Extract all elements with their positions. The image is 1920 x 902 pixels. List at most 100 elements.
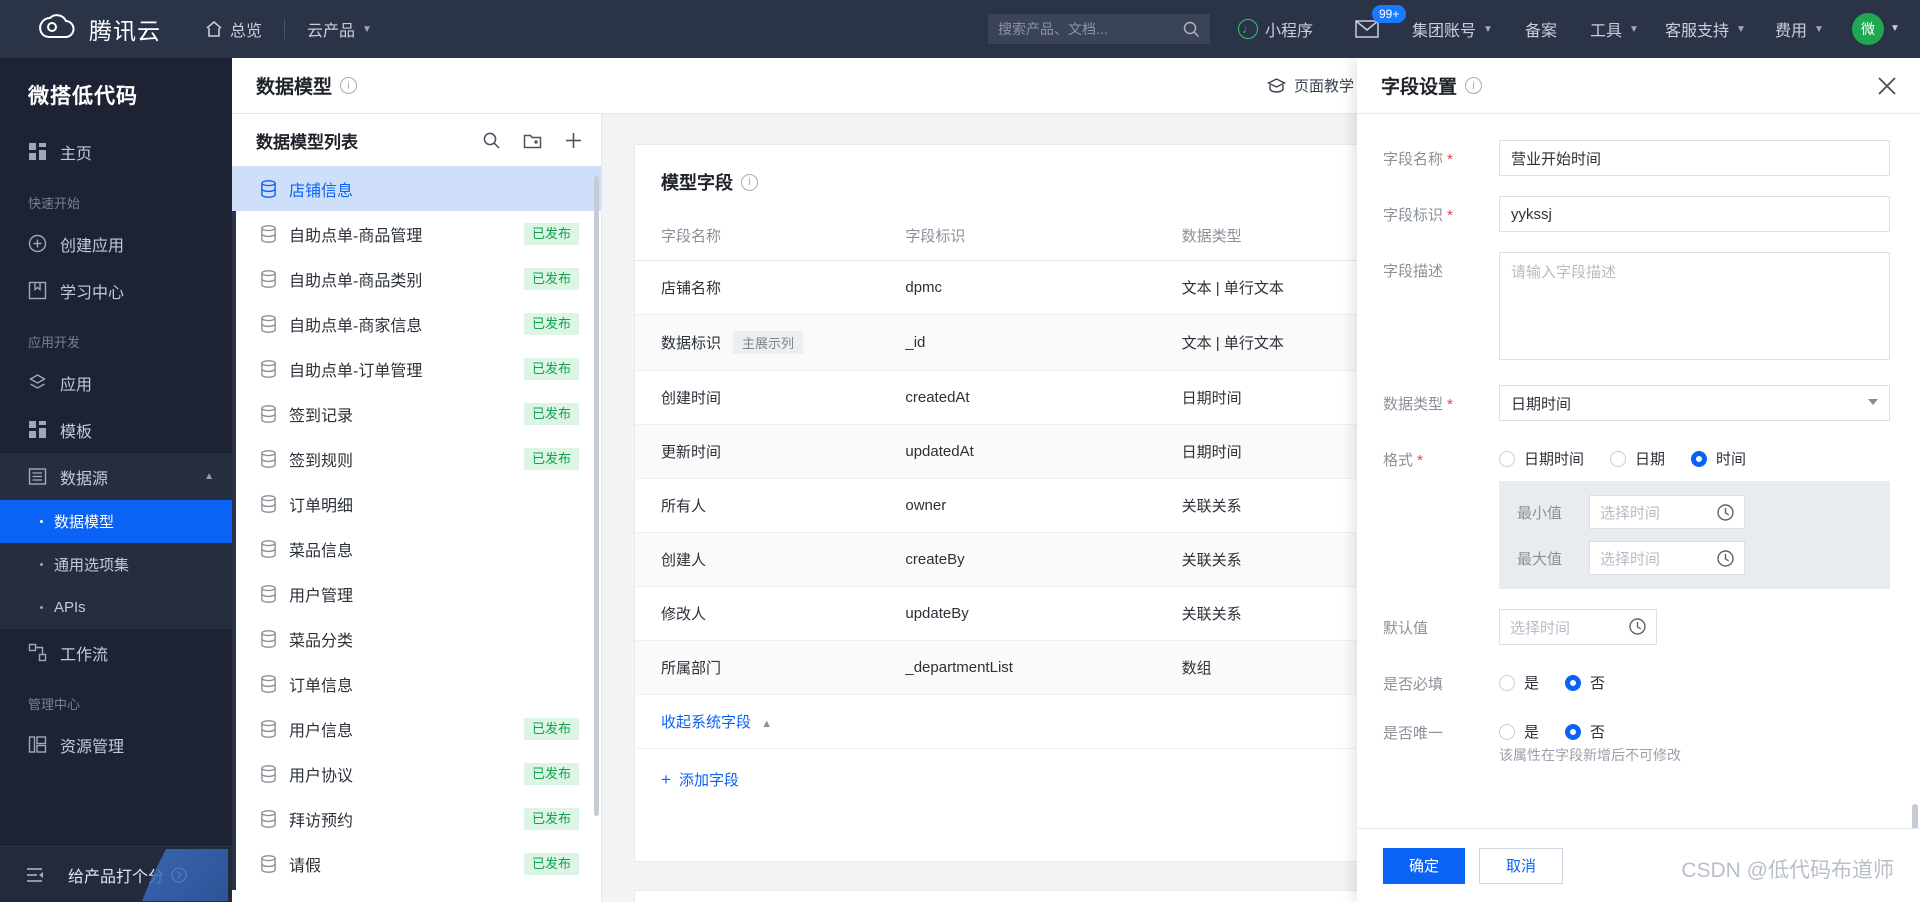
model-list-item[interactable]: 签到规则 已发布 (232, 436, 601, 481)
cell-field-name: 所属部门 (635, 640, 906, 695)
search-icon[interactable] (1182, 20, 1200, 38)
model-list-item[interactable]: 用户协议 已发布 (232, 751, 601, 796)
field-name-input[interactable] (1499, 140, 1890, 176)
new-folder-icon[interactable] (523, 131, 542, 150)
brand[interactable]: 腾讯云 (36, 12, 161, 46)
add-model-icon[interactable] (564, 131, 583, 150)
model-list-item[interactable]: 自助点单-商家信息 已发布 (232, 301, 601, 346)
radio-indicator-selected (1565, 674, 1582, 691)
page-tutorial-button[interactable]: 页面教学 (1267, 75, 1354, 96)
max-value-input[interactable]: 选择时间 (1589, 541, 1745, 575)
format-option-date[interactable]: 日期 (1610, 448, 1665, 469)
format-control: 日期时间 日期 时间 最小值 选择时间 最大值 选择时间 (1499, 441, 1890, 589)
cancel-button[interactable]: 取消 (1479, 847, 1564, 884)
model-list-item[interactable]: 菜品分类 (232, 616, 601, 661)
model-list-item[interactable]: 签到记录 已发布 (232, 391, 601, 436)
avatar[interactable]: 微 (1852, 13, 1884, 45)
row-default-value: 默认值 选择时间 (1383, 609, 1890, 645)
radio-indicator (1610, 450, 1627, 467)
search-input[interactable] (998, 21, 1182, 37)
drawer-scrollbar[interactable] (1912, 804, 1918, 828)
required-radio-group: 是 否 (1499, 665, 1890, 693)
nav-beian[interactable]: 备案 (1525, 0, 1557, 58)
nav-support[interactable]: 客服支持 ▼ (1665, 0, 1746, 58)
model-list-item[interactable]: 自助点单-商品类别 已发布 (232, 256, 601, 301)
nav-cloud-products[interactable]: 云产品 ▼ (307, 17, 372, 41)
sidebar-item-create-app-label: 创建应用 (60, 237, 125, 255)
sidebar-item-learn-center[interactable]: 学习中心 (0, 267, 232, 314)
model-list-item[interactable]: 用户管理 (232, 571, 601, 616)
sidebar-item-data-model[interactable]: 数据模型 (0, 500, 232, 543)
required-option-no[interactable]: 否 (1565, 672, 1605, 693)
required-option-yes[interactable]: 是 (1499, 672, 1539, 693)
data-type-label: 数据类型 (1383, 396, 1444, 413)
model-list[interactable]: 店铺信息 自助点单-商品管理 已发布 自助点单-商品类别 已发布 自助点单-商家信息 已发布… (232, 166, 601, 900)
nav-tools[interactable]: 工具 ▼ (1590, 0, 1639, 58)
status-badge: 已发布 (523, 717, 579, 740)
avatar-chevron-down-icon[interactable]: ▼ (1890, 23, 1900, 34)
unique-option-no-label: 否 (1590, 724, 1606, 741)
sidebar-item-template[interactable]: 模板 (0, 406, 232, 453)
drawer-body: 字段名称* 字段标识* 字段描述 (1357, 114, 1920, 828)
model-list-scrollbar[interactable] (594, 176, 599, 816)
data-type-label-wrap: 数据类型 * (1383, 385, 1499, 421)
nav-overview[interactable]: 总览 (205, 17, 262, 41)
default-value-input[interactable]: 选择时间 (1499, 609, 1657, 645)
cell-field-name: 更新时间 (635, 424, 906, 479)
sidebar-item-option-sets[interactable]: 通用选项集 (0, 543, 232, 586)
message-count-badge: 99+ (1372, 5, 1407, 23)
min-value-label: 最小值 (1517, 504, 1563, 522)
chevron-up-icon[interactable]: ▲ (204, 471, 214, 482)
model-list-item[interactable]: 菜品信息 (232, 526, 601, 571)
model-list-item[interactable]: 拜访预约 已发布 (232, 796, 601, 841)
field-name-text: 修改人 (661, 606, 707, 623)
format-option-time[interactable]: 时间 (1691, 448, 1746, 469)
sidebar-group-quickstart: 快速开始 (28, 196, 81, 211)
sidebar-item-apis[interactable]: APIs (0, 586, 232, 629)
default-value-control: 选择时间 (1499, 609, 1890, 645)
sidebar-item-application[interactable]: 应用 (0, 359, 232, 406)
format-option-datetime[interactable]: 日期时间 (1499, 448, 1584, 469)
nav-group-account[interactable]: 集团账号 ▼ (1412, 0, 1493, 58)
sidebar-item-datasource[interactable]: 数据源 ▲ (0, 453, 232, 500)
unique-option-yes[interactable]: 是 (1499, 721, 1539, 742)
row-field-name: 字段名称 * (1383, 140, 1890, 176)
status-badge: 已发布 (523, 267, 579, 290)
sidebar-item-create-app[interactable]: 创建应用 (0, 220, 232, 267)
mail-icon (1355, 20, 1379, 38)
close-icon[interactable] (1876, 75, 1898, 97)
sidebar-item-resource-manage[interactable]: 资源管理 (0, 721, 232, 768)
nav-overview-label: 总览 (230, 23, 263, 40)
search-icon[interactable] (482, 131, 501, 150)
sidebar-item-home[interactable]: 主页 (0, 128, 232, 175)
model-list-item[interactable]: 用户信息 已发布 (232, 706, 601, 751)
model-list-item[interactable]: 请假 已发布 (232, 841, 601, 886)
row-format: 格式 * 日期时间 日期 时间 最小值 选择时间 最大值 选择时间 (1383, 441, 1890, 589)
model-list-item[interactable]: 订单明细 (232, 481, 601, 526)
nav-miniprogram[interactable]: ♩ 小程序 (1238, 0, 1313, 58)
model-list-item[interactable]: 自助点单-商品管理 已发布 (232, 211, 601, 256)
sidebar-item-application-label: 应用 (60, 376, 93, 394)
model-list-item[interactable]: 店铺信息 (232, 166, 601, 211)
nav-fee[interactable]: 费用 ▼ (1775, 0, 1824, 58)
info-icon[interactable]: i (1465, 77, 1483, 94)
model-list-item[interactable]: 订单信息 (232, 661, 601, 706)
format-radio-group: 日期时间 日期 时间 (1499, 441, 1890, 469)
sidebar-item-resource-manage-label: 资源管理 (60, 738, 125, 756)
model-list-panel: 数据模型列表 店铺信息 自助点单-商品管理 已发布 自助点单-商品类别 已发布 … (232, 114, 602, 902)
confirm-button[interactable]: 确定 (1383, 847, 1466, 884)
info-icon[interactable]: i (741, 173, 758, 191)
sidebar-item-workflow[interactable]: 工作流 (0, 629, 232, 676)
unique-option-no[interactable]: 否 (1565, 721, 1605, 742)
graduation-cap-icon (1267, 78, 1286, 93)
info-icon[interactable]: i (340, 77, 358, 94)
data-type-select[interactable] (1499, 385, 1890, 421)
template-icon (29, 421, 46, 438)
field-id-input[interactable] (1499, 196, 1890, 232)
field-desc-textarea[interactable] (1499, 252, 1890, 360)
min-value-input[interactable]: 选择时间 (1589, 495, 1745, 529)
model-list-item[interactable]: 自助点单-订单管理 已发布 (232, 346, 601, 391)
collapse-sidebar-icon[interactable] (26, 866, 44, 884)
app-root: 腾讯云 总览 云产品 ▼ ♩ 小程序 (0, 0, 1920, 902)
global-search[interactable] (988, 14, 1210, 44)
